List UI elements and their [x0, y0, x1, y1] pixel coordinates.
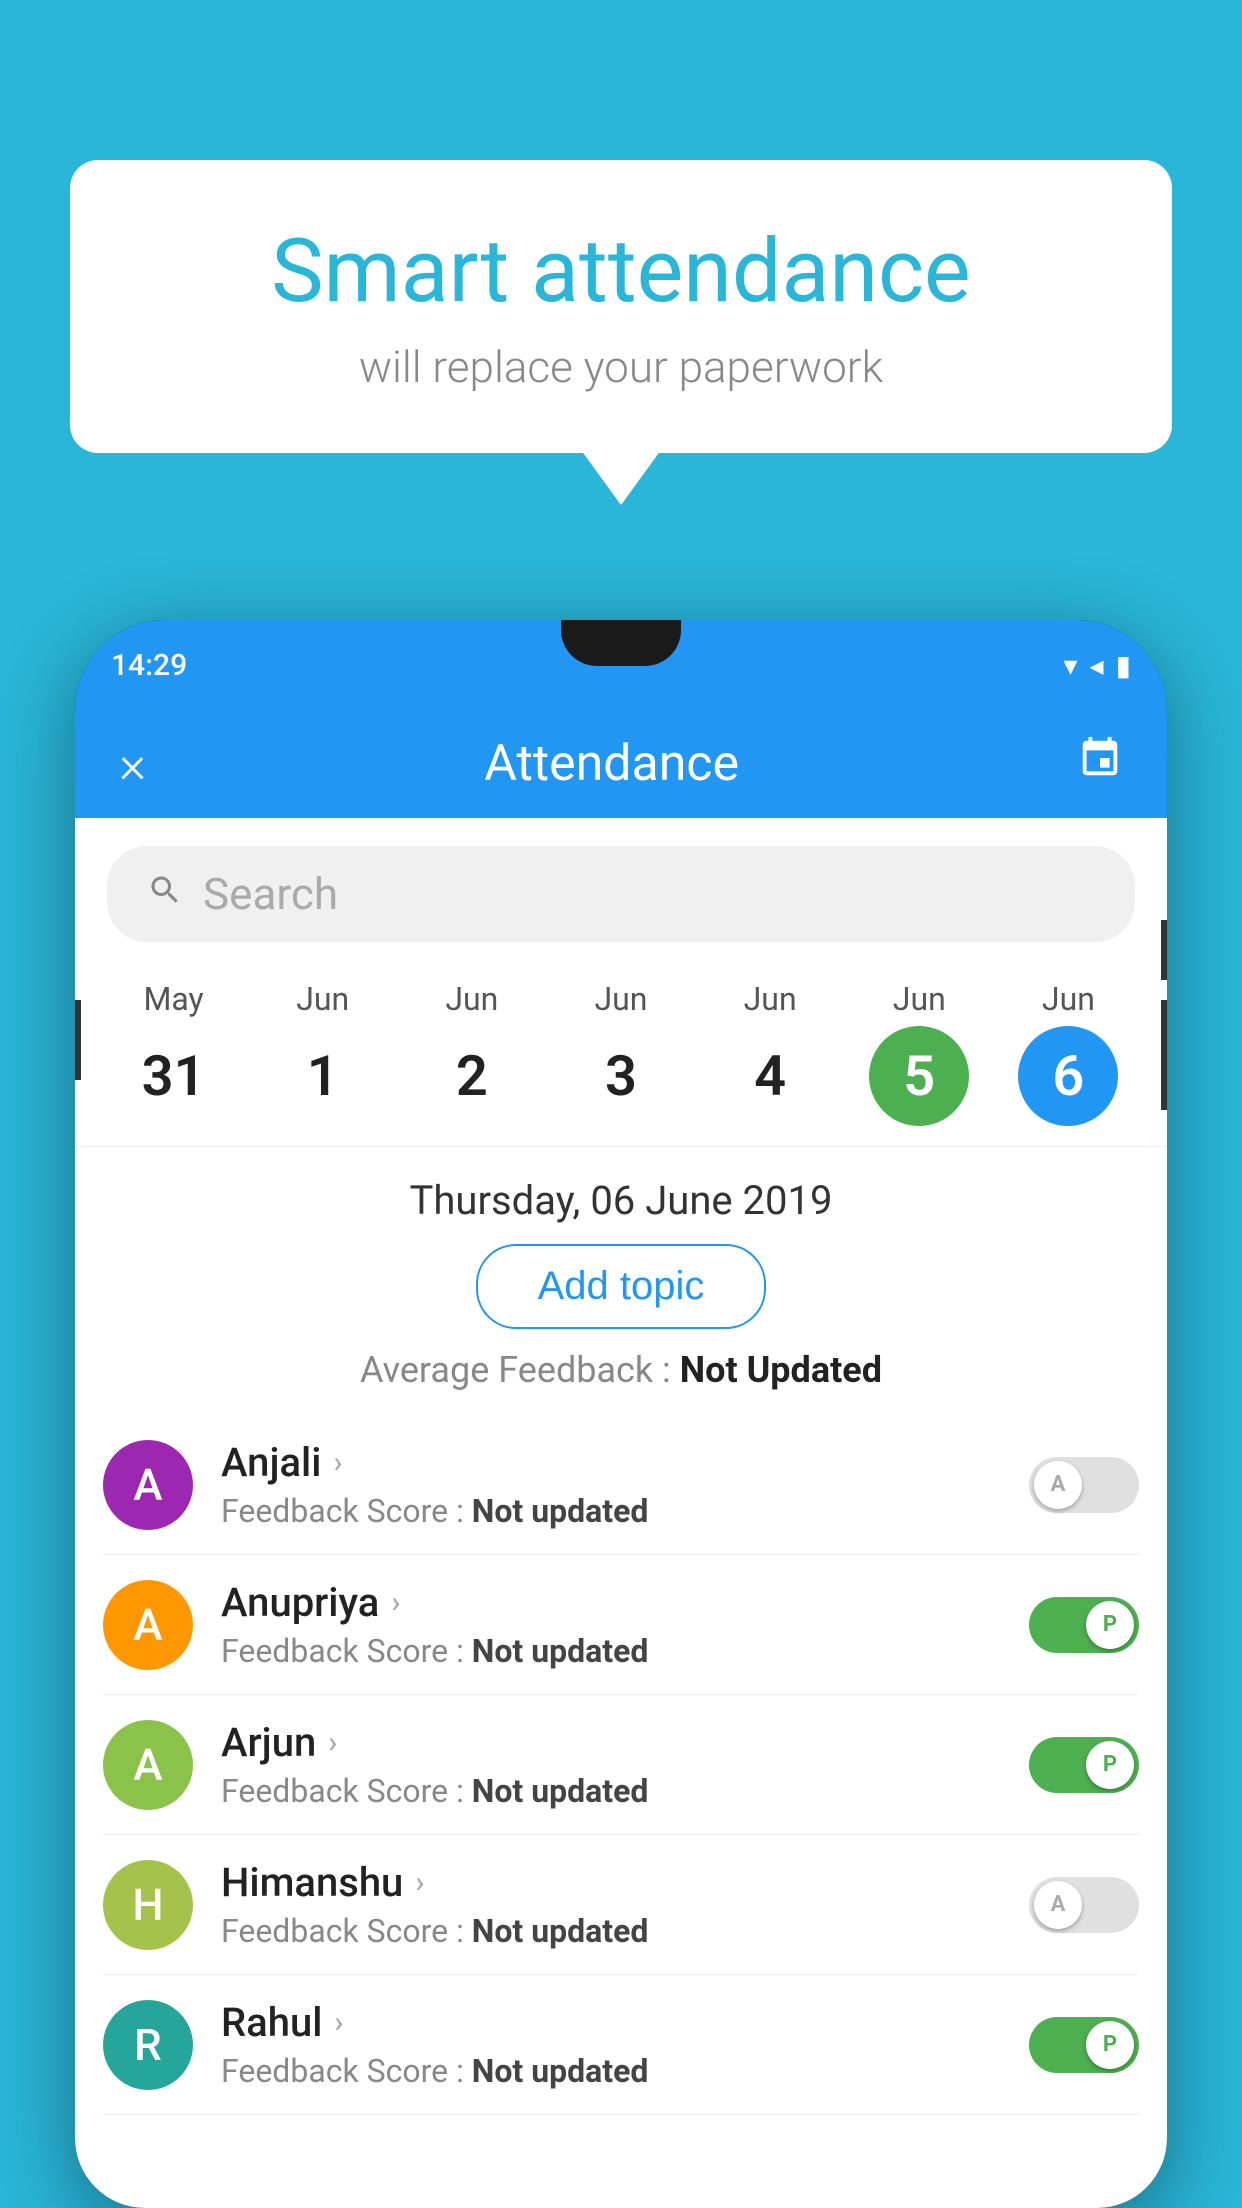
student-info: Himanshu › Feedback Score : Not updated	[221, 1859, 1001, 1950]
chevron-right-icon: ›	[391, 1585, 400, 1620]
power-button-2	[1161, 1000, 1167, 1110]
cal-day-2[interactable]: Jun 2	[407, 980, 537, 1126]
signal-icon: ◂	[1090, 649, 1104, 682]
notch	[561, 620, 681, 666]
close-button[interactable]: ×	[119, 734, 146, 795]
student-info: Anupriya › Feedback Score : Not updated	[221, 1579, 1001, 1670]
status-bar: 14:29 ▾ ◂ ▮	[75, 620, 1167, 710]
avatar: A	[103, 1720, 193, 1810]
app-content: Search May 31 Jun 1 Jun 2 Jun 3 Jun 4	[75, 818, 1167, 2208]
avatar: R	[103, 2000, 193, 2090]
student-item[interactable]: A Anupriya › Feedback Score : Not update…	[103, 1555, 1139, 1695]
status-time: 14:29	[111, 648, 187, 683]
date-header: Thursday, 06 June 2019	[75, 1147, 1167, 1244]
calendar-strip: May 31 Jun 1 Jun 2 Jun 3 Jun 4 Jun 5	[75, 970, 1167, 1147]
add-topic-button[interactable]: Add topic	[476, 1244, 767, 1329]
power-button	[1161, 920, 1167, 980]
app-header: × Attendance	[75, 710, 1167, 818]
attendance-toggle[interactable]: A	[1029, 1877, 1139, 1933]
chevron-right-icon: ›	[328, 1725, 337, 1760]
search-bar[interactable]: Search	[107, 846, 1135, 942]
app-title: Attendance	[484, 735, 739, 793]
student-item[interactable]: A Arjun › Feedback Score : Not updated P	[103, 1695, 1139, 1835]
cal-day-0[interactable]: May 31	[109, 980, 239, 1126]
bubble-title: Smart attendance	[150, 220, 1092, 323]
student-item[interactable]: H Himanshu › Feedback Score : Not update…	[103, 1835, 1139, 1975]
avatar: A	[103, 1580, 193, 1670]
search-icon	[147, 871, 183, 918]
cal-day-3[interactable]: Jun 3	[556, 980, 686, 1126]
cal-day-4[interactable]: Jun 4	[705, 980, 835, 1126]
avg-feedback: Average Feedback : Not Updated	[75, 1349, 1167, 1391]
student-info: Arjun › Feedback Score : Not updated	[221, 1719, 1001, 1810]
battery-icon: ▮	[1116, 649, 1131, 682]
cal-day-5[interactable]: Jun 5	[854, 980, 984, 1126]
phone-frame: 14:29 ▾ ◂ ▮ × Attendance Search	[75, 620, 1167, 2208]
avatar: H	[103, 1860, 193, 1950]
attendance-toggle[interactable]: A	[1029, 1457, 1139, 1513]
chevron-right-icon: ›	[333, 1445, 342, 1480]
wifi-icon: ▾	[1063, 649, 1077, 682]
attendance-toggle[interactable]: P	[1029, 1737, 1139, 1793]
search-placeholder: Search	[203, 868, 338, 920]
status-icons: ▾ ◂ ▮	[1063, 649, 1131, 682]
student-list: A Anjali › Feedback Score : Not updated …	[75, 1415, 1167, 2115]
chevron-right-icon: ›	[334, 2005, 343, 2040]
cal-day-1[interactable]: Jun 1	[258, 980, 388, 1126]
student-item[interactable]: A Anjali › Feedback Score : Not updated …	[103, 1415, 1139, 1555]
student-item[interactable]: R Rahul › Feedback Score : Not updated P	[103, 1975, 1139, 2115]
student-info: Anjali › Feedback Score : Not updated	[221, 1439, 1001, 1530]
volume-button	[75, 1000, 81, 1080]
speech-bubble-container: Smart attendance will replace your paper…	[70, 160, 1172, 453]
student-info: Rahul › Feedback Score : Not updated	[221, 1999, 1001, 2090]
cal-day-6[interactable]: Jun 6	[1003, 980, 1133, 1126]
calendar-icon[interactable]	[1077, 735, 1123, 793]
chevron-right-icon: ›	[415, 1865, 424, 1900]
attendance-toggle[interactable]: P	[1029, 1597, 1139, 1653]
attendance-toggle[interactable]: P	[1029, 2017, 1139, 2073]
speech-bubble: Smart attendance will replace your paper…	[70, 160, 1172, 453]
bubble-subtitle: will replace your paperwork	[150, 341, 1092, 393]
avatar: A	[103, 1440, 193, 1530]
